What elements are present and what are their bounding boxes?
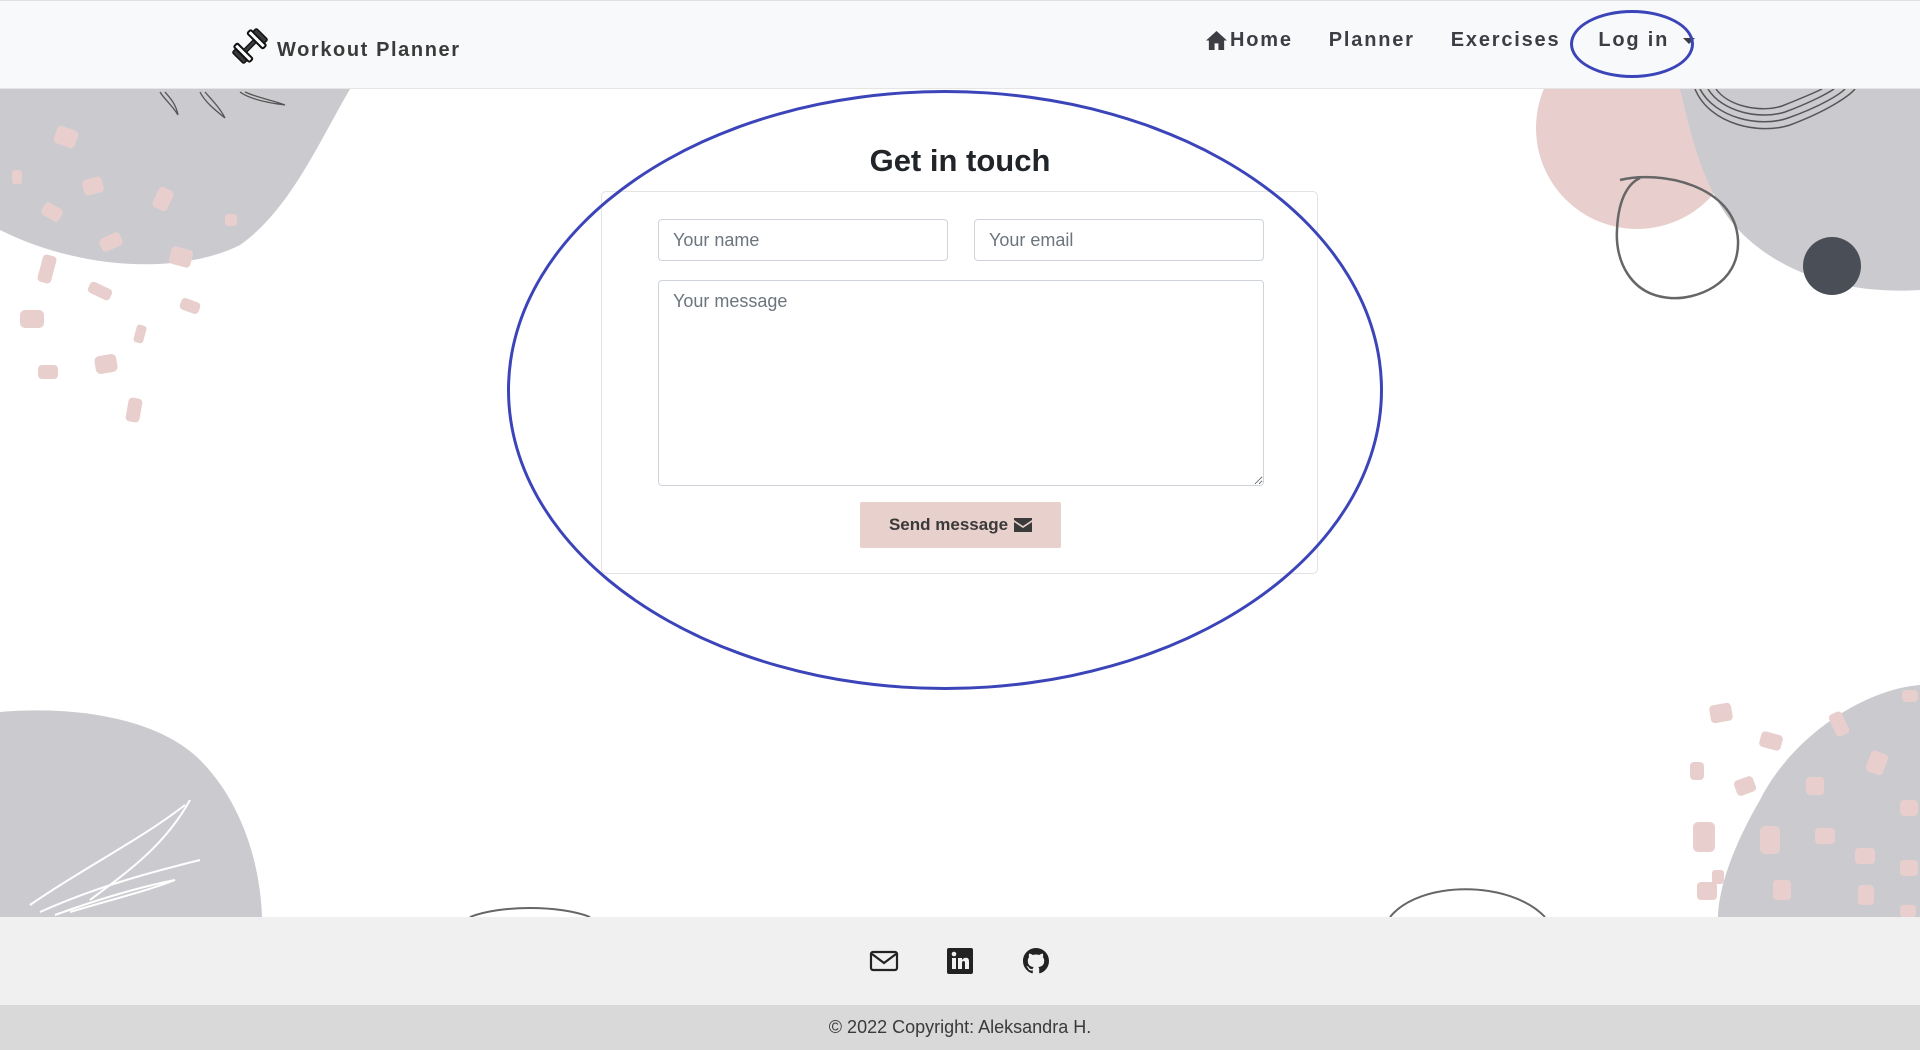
login-label: Log in	[1598, 29, 1670, 51]
dumbbell-icon	[232, 28, 268, 64]
nav-exercises-link[interactable]: Exercises	[1451, 29, 1561, 52]
copyright-bar: © 2022 Copyright: Aleksandra H.	[0, 1005, 1920, 1050]
login-dropdown-toggle[interactable]: Log in	[1598, 29, 1696, 52]
footer-social-links	[0, 917, 1920, 1005]
envelope-icon	[1014, 518, 1033, 532]
brand-link[interactable]: Workout Planner	[229, 25, 461, 67]
brand-title: Workout Planner	[277, 38, 461, 61]
caret-down-icon	[1683, 37, 1696, 44]
email-input[interactable]	[974, 219, 1264, 261]
copyright-text: © 2022 Copyright: Aleksandra H.	[828, 1017, 1092, 1037]
nav-links: Home Planner Exercises Log in	[1205, 29, 1731, 52]
message-textarea[interactable]	[658, 280, 1264, 486]
home-icon	[1206, 30, 1227, 51]
name-input[interactable]	[658, 219, 948, 261]
navbar: Workout Planner Home Planner Exercises L…	[0, 0, 1920, 89]
contact-form: Send message	[601, 191, 1318, 574]
page-title: Get in touch	[869, 143, 1051, 178]
nav-planner-link[interactable]: Planner	[1329, 29, 1415, 52]
github-icon[interactable]	[1021, 946, 1051, 976]
send-message-label: Send message	[888, 515, 1009, 534]
envelope-icon[interactable]	[869, 946, 899, 976]
nav-home-link[interactable]: Home	[1205, 29, 1293, 52]
linkedin-icon[interactable]	[945, 946, 975, 976]
nav-home-label: Home	[1230, 29, 1293, 51]
send-message-button[interactable]: Send message	[860, 502, 1061, 548]
